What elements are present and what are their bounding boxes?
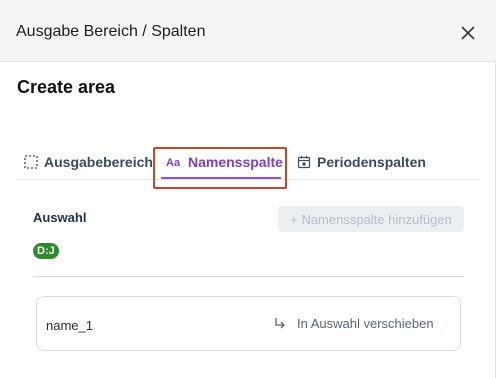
tab-bar: Ausgabebereich Aa Namensspalte Periodens… [16,144,480,180]
tab-label: Ausgabebereich [44,154,153,170]
tab-ausgabebereich[interactable]: Ausgabebereich [24,144,153,180]
active-tab-indicator [161,177,281,179]
close-button[interactable] [458,23,478,43]
tab-label: Namensspalte [188,154,283,170]
tab-label: Periodenspalten [317,154,426,170]
divider [33,276,464,277]
move-to-selection-button[interactable]: In Auswahl verschieben [273,316,434,331]
status-badge: D:J [33,243,59,259]
svg-text:Aa: Aa [166,157,181,169]
selection-label: Auswahl [33,210,87,225]
calendar-icon [297,156,311,169]
item-name: name_1 [46,318,93,333]
dialog-title: Ausgabe Bereich / Spalten [16,23,206,40]
dialog: Ausgabe Bereich / Spalten Create area Au… [0,0,496,378]
tab-namensspalte[interactable]: Aa Namensspalte [166,144,283,180]
text-aa-icon: Aa [166,157,181,169]
list-item: name_1 In Auswahl verschieben [36,296,461,351]
dashed-square-icon [24,155,38,169]
move-label: In Auswahl verschieben [297,316,434,331]
dialog-header: Ausgabe Bereich / Spalten [0,0,496,62]
close-icon [461,26,475,40]
tab-periodenspalten[interactable]: Periodenspalten [297,144,426,180]
page-title: Create area [17,77,116,97]
add-name-column-button[interactable]: + Namensspalte hinzufügen [278,206,464,232]
arrow-turn-right-icon [275,317,285,328]
